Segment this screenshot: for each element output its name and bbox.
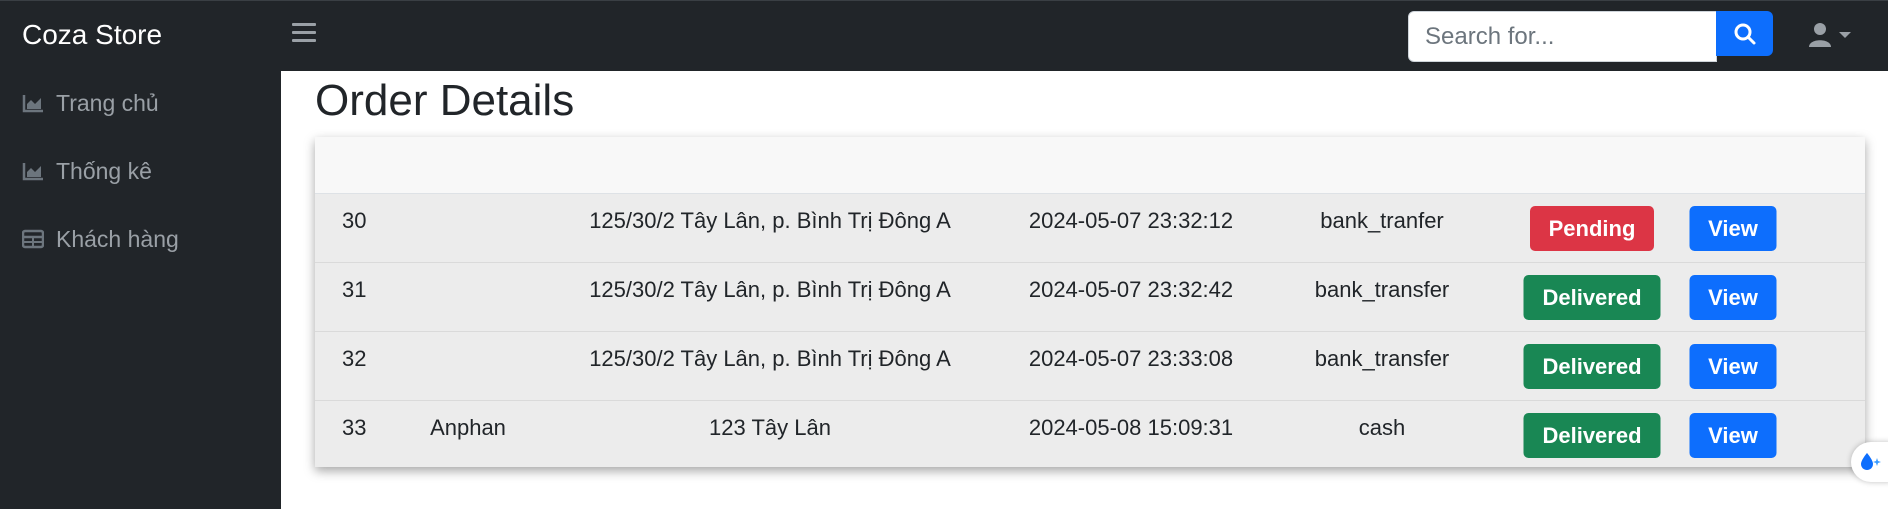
payment-method: bank_tranfer (1320, 208, 1444, 233)
floating-widget-button[interactable] (1851, 442, 1888, 482)
customer-name: Anphan (430, 415, 506, 440)
status-badge: Delivered (1523, 275, 1661, 320)
search-button[interactable] (1716, 11, 1773, 56)
search-icon (1734, 23, 1755, 44)
order-address: 125/30/2 Tây Lân, p. Bình Trị Đông A (589, 208, 951, 233)
user-icon (1809, 23, 1831, 47)
order-date: 2024-05-08 15:09:31 (1028, 415, 1234, 440)
table-icon (22, 229, 44, 249)
order-id: 30 (342, 208, 367, 233)
table-row: 32 125/30/2 Tây Lân, p. Bình Trị Đông A … (315, 332, 1865, 401)
view-button[interactable]: View (1689, 413, 1777, 458)
order-date: 2024-05-07 23:32:12 (1028, 208, 1234, 233)
table-row: 31 125/30/2 Tây Lân, p. Bình Trị Đông A … (315, 263, 1865, 332)
status-badge: Delivered (1523, 344, 1661, 389)
order-address: 125/30/2 Tây Lân, p. Bình Trị Đông A (589, 277, 951, 302)
order-date: 2024-05-07 23:33:08 (1028, 346, 1234, 371)
water-drop-icon (1861, 453, 1881, 470)
search-input[interactable] (1408, 11, 1717, 62)
payment-method: bank_transfer (1314, 346, 1450, 371)
table-header (315, 137, 1865, 194)
user-menu-button[interactable] (1808, 19, 1856, 51)
brand-title[interactable]: Coza Store (22, 19, 162, 51)
chart-area-icon (22, 163, 43, 181)
sidebar-item-thong-ke[interactable]: Thống kê (22, 154, 152, 188)
sidebar-toggle-icon[interactable] (292, 23, 316, 45)
status-badge: Delivered (1523, 413, 1661, 458)
order-id: 31 (342, 277, 367, 302)
view-button[interactable]: View (1689, 275, 1777, 320)
sidebar-item-label: Thống kê (56, 157, 152, 184)
page-title: Order Details (315, 76, 575, 125)
order-address: 123 Tây Lân (709, 415, 831, 440)
view-button[interactable]: View (1689, 344, 1777, 389)
caret-down-icon (1839, 32, 1851, 38)
sidebar-item-label: Trang chủ (56, 89, 159, 116)
view-button[interactable]: View (1689, 206, 1777, 251)
order-id: 32 (342, 346, 367, 371)
status-badge: Pending (1530, 206, 1654, 251)
order-id: 33 (342, 415, 367, 440)
sidebar: Trang chủ Thống kê Khách hàng (0, 71, 281, 509)
payment-method: cash (1358, 415, 1406, 440)
payment-method: bank_transfer (1314, 277, 1450, 302)
sidebar-item-label: Khách hàng (56, 225, 179, 252)
table-row: 30 125/30/2 Tây Lân, p. Bình Trị Đông A … (315, 194, 1865, 263)
top-navbar: Coza Store (0, 0, 1888, 71)
orders-table: 30 125/30/2 Tây Lân, p. Bình Trị Đông A … (315, 137, 1865, 467)
table-row: 33 Anphan 123 Tây Lân 2024-05-08 15:09:3… (315, 401, 1865, 470)
order-address: 125/30/2 Tây Lân, p. Bình Trị Đông A (589, 346, 951, 371)
chart-area-icon (22, 95, 43, 113)
sidebar-item-khach-hang[interactable]: Khách hàng (22, 222, 179, 256)
order-date: 2024-05-07 23:32:42 (1028, 277, 1234, 302)
sidebar-item-trang-chu[interactable]: Trang chủ (22, 86, 159, 120)
